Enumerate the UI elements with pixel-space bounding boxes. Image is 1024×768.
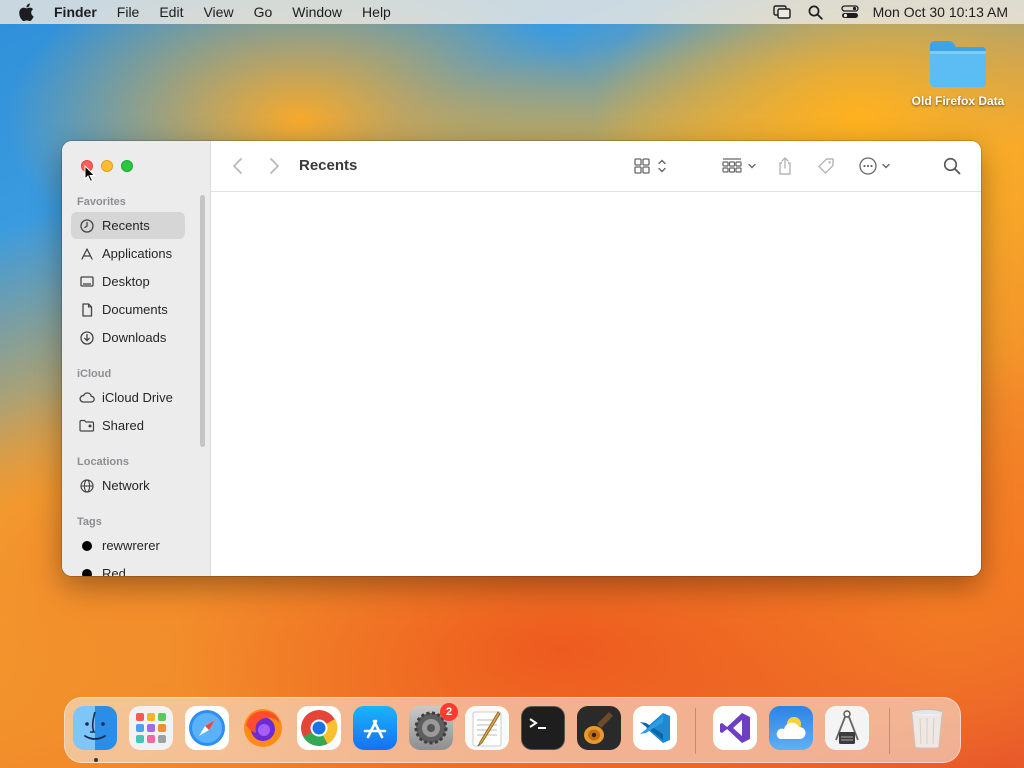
globe-icon [79, 478, 95, 494]
dock-weather-icon[interactable] [769, 706, 813, 750]
back-button[interactable] [231, 155, 245, 177]
share-button[interactable] [777, 155, 793, 177]
sidebar-section-tags: Tags [77, 516, 102, 528]
sidebar-item-documents[interactable]: Documents [71, 296, 185, 323]
ellipsis-circle-icon [859, 157, 890, 175]
cloud-icon [79, 390, 95, 406]
desktop-folder-label: Old Firefox Data [911, 94, 1005, 108]
dock-finder-icon[interactable] [73, 706, 117, 750]
folder-icon [930, 41, 986, 87]
sidebar-item-network[interactable]: Network [71, 472, 185, 499]
desktop-icon [79, 274, 95, 290]
sidebar-item-desktop[interactable]: Desktop [71, 268, 185, 295]
group-by-button[interactable] [722, 155, 760, 177]
sidebar-section-favorites: Favorites [77, 196, 126, 208]
forward-button[interactable] [267, 155, 281, 177]
sidebar-item-label: iCloud Drive [102, 390, 173, 405]
menu-app-finder[interactable]: Finder [52, 0, 107, 24]
dock-firefox-icon[interactable] [241, 706, 285, 750]
spotlight-search-icon[interactable] [799, 0, 833, 24]
shared-folder-icon [79, 418, 95, 434]
sidebar-item-label: rewwrerer [102, 538, 160, 553]
dock-chrome-icon[interactable] [297, 706, 341, 750]
menu-view[interactable]: View [193, 0, 243, 24]
group-grid-icon [722, 158, 756, 173]
sidebar-item-label: Recents [102, 218, 150, 233]
notification-badge: 2 [440, 703, 458, 721]
sidebar-section-icloud: iCloud [77, 368, 112, 380]
icon-grid-icon [634, 158, 666, 174]
minimize-button[interactable] [101, 160, 113, 172]
sidebar-item-label: Network [102, 478, 150, 493]
maximize-button[interactable] [121, 160, 133, 172]
tag-icon [818, 158, 834, 174]
tags-button[interactable] [816, 155, 836, 177]
sidebar-item-icloud-drive[interactable]: iCloud Drive [71, 384, 185, 411]
finder-window: Favorites Recents Applications Desktop D… [62, 141, 981, 576]
more-actions-button[interactable] [858, 155, 894, 177]
view-mode-button[interactable] [634, 155, 670, 177]
finder-toolbar: Recents [211, 141, 981, 192]
file-content-area[interactable] [211, 192, 981, 576]
sidebar-item-label: Downloads [102, 330, 167, 345]
chevron-right-icon [270, 158, 279, 174]
tag-color-dot [82, 568, 92, 576]
sidebar-item-shared[interactable]: Shared [71, 412, 185, 439]
dock-vscode-icon[interactable] [633, 706, 677, 750]
dock-separator [695, 708, 696, 754]
sidebar-item-label: Red [102, 566, 126, 576]
dock-terminal-icon[interactable] [521, 706, 565, 750]
sidebar-item-downloads[interactable]: Downloads [71, 324, 185, 351]
menu-edit[interactable]: Edit [149, 0, 193, 24]
sidebar-item-recents[interactable]: Recents [71, 212, 185, 239]
window-title: Recents [299, 157, 358, 174]
dock-system-settings-icon[interactable]: 2 [409, 703, 458, 750]
menu-help[interactable]: Help [352, 0, 401, 24]
sidebar-item-label: Applications [102, 246, 173, 261]
dock-trash-icon[interactable] [905, 706, 949, 750]
sidebar-item-tag[interactable]: rewwrerer [71, 532, 185, 559]
sidebar-scrollbar[interactable] [200, 195, 205, 447]
menu-window[interactable]: Window [282, 0, 352, 24]
control-center-icon[interactable] [833, 0, 867, 24]
dock-textedit-icon[interactable] [465, 706, 509, 750]
search-icon [943, 157, 961, 175]
download-icon [79, 330, 95, 346]
clock-icon [79, 218, 95, 234]
sidebar-section-locations: Locations [77, 456, 129, 468]
dock-app-store-icon[interactable] [353, 706, 397, 750]
chevron-left-icon [233, 158, 242, 174]
apple-menu-icon[interactable] [0, 0, 52, 24]
menu-go[interactable]: Go [244, 0, 283, 24]
document-icon [79, 302, 95, 318]
sidebar-item-applications[interactable]: Applications [71, 240, 185, 267]
mouse-pointer-icon [84, 165, 96, 183]
sidebar-item-tag[interactable]: Red [71, 560, 185, 576]
sidebar-item-label: Shared [102, 418, 144, 433]
sidebar-item-label: Documents [102, 302, 168, 317]
dock-directory-utility-icon[interactable] [825, 706, 869, 750]
tag-color-dot [82, 540, 92, 551]
share-icon [779, 157, 791, 175]
dock-separator [889, 708, 890, 754]
applications-icon [79, 246, 95, 262]
search-button[interactable] [943, 155, 961, 177]
dock-garageband-icon[interactable] [577, 706, 621, 750]
menu-file[interactable]: File [107, 0, 150, 24]
menu-bar: Finder File Edit View Go Window Help Mon… [0, 0, 1024, 24]
dock: 2 [64, 697, 961, 763]
sidebar-item-label: Desktop [102, 274, 150, 289]
menubar-clock[interactable]: Mon Oct 30 10:13 AM [873, 4, 1008, 20]
screen-mirroring-icon[interactable] [765, 0, 799, 24]
dock-visual-studio-icon[interactable] [713, 706, 757, 750]
dock-launchpad-icon[interactable] [129, 706, 173, 750]
running-indicator [94, 758, 98, 762]
finder-sidebar: Favorites Recents Applications Desktop D… [62, 141, 211, 576]
dock-safari-icon[interactable] [185, 706, 229, 750]
desktop-folder[interactable]: Old Firefox Data [902, 38, 1014, 108]
